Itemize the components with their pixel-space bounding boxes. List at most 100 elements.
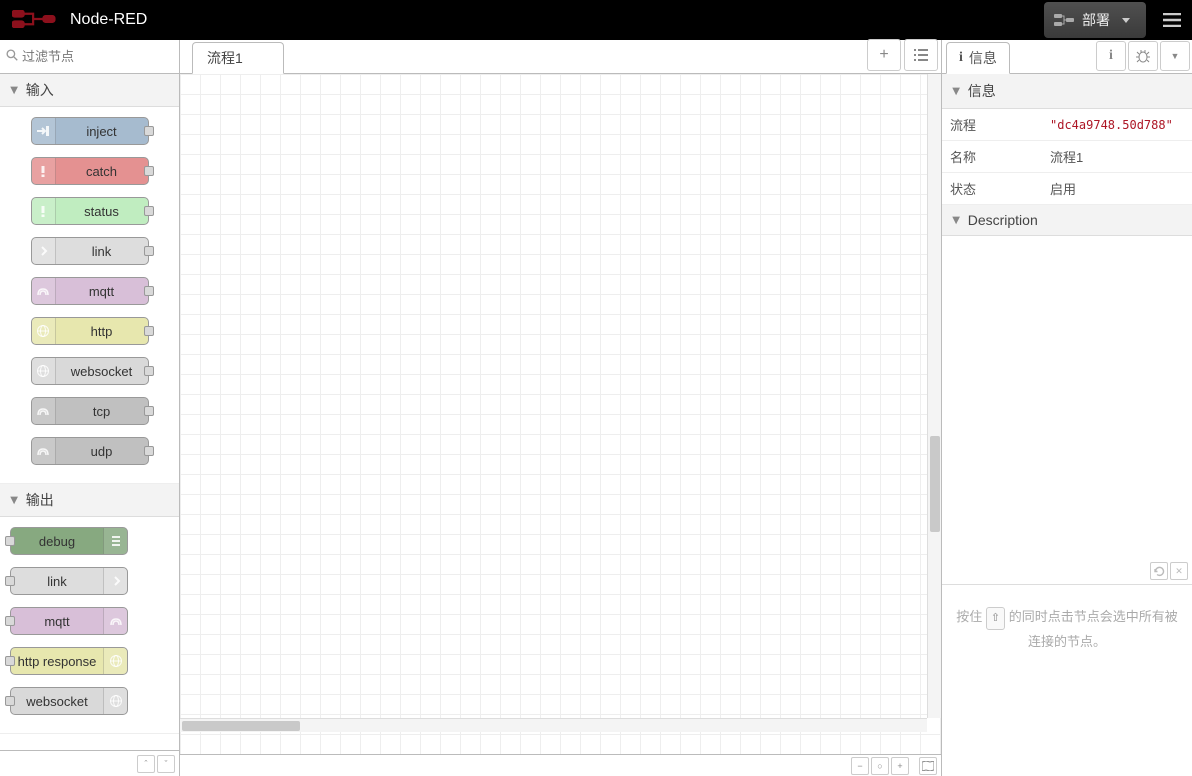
node-port <box>144 166 154 176</box>
chevron-down-icon: ▶ <box>950 216 961 224</box>
node-label: link <box>56 244 148 259</box>
bridge-icon <box>32 398 56 424</box>
canvas-area[interactable] <box>180 74 941 754</box>
palette-node-link[interactable]: link <box>10 567 128 595</box>
app-title: Node-RED <box>70 11 147 29</box>
scrollbar-thumb[interactable] <box>930 436 940 532</box>
plus-icon: + <box>879 46 888 64</box>
palette-panel: ▶ 输入 inject catch status link mqtt http websoc… <box>0 40 180 776</box>
sidebar-section-info[interactable]: ▶ 信息 <box>942 74 1192 109</box>
link-icon <box>103 568 127 594</box>
navigator-button[interactable] <box>919 757 937 775</box>
sidebar-more-button[interactable]: ▼ <box>1160 41 1190 71</box>
palette-node-websocket[interactable]: websocket <box>10 687 128 715</box>
node-port <box>5 616 15 626</box>
chevron-up-icon: ˆ <box>145 759 148 769</box>
zoom-out-button[interactable]: − <box>851 757 869 775</box>
deploy-label: 部署 <box>1082 10 1110 30</box>
row-label: 状态 <box>942 173 1042 205</box>
palette-node-catch[interactable]: catch <box>31 157 149 185</box>
hamburger-menu-button[interactable] <box>1152 0 1192 40</box>
globe-icon <box>32 358 56 384</box>
node-port <box>5 536 15 546</box>
palette-node-mqtt[interactable]: mqtt <box>10 607 128 635</box>
tip-text: 的同时点击节点会选中所有被连接的节点。 <box>1005 609 1178 649</box>
palette-node-debug[interactable]: debug <box>10 527 128 555</box>
node-port <box>144 206 154 216</box>
refresh-tip-button[interactable] <box>1150 562 1168 580</box>
expand-all-button[interactable]: ˇ <box>157 755 175 773</box>
node-label: status <box>56 204 148 219</box>
node-label: tcp <box>56 404 148 419</box>
row-value: 流程1 <box>1042 141 1192 173</box>
plus-icon: + <box>897 761 902 771</box>
node-port <box>144 286 154 296</box>
category-label: 输入 <box>26 80 54 100</box>
zoom-in-button[interactable]: + <box>891 757 909 775</box>
alert-icon <box>32 198 56 224</box>
palette-category-output[interactable]: ▶ 输出 <box>0 484 179 517</box>
node-port <box>144 246 154 256</box>
add-tab-button[interactable]: + <box>867 39 901 71</box>
sidebar-section-description[interactable]: ▶ Description <box>942 205 1192 236</box>
vertical-scrollbar[interactable] <box>927 74 941 718</box>
palette-node-tcp[interactable]: tcp <box>31 397 149 425</box>
palette-node-link[interactable]: link <box>31 237 149 265</box>
node-label: mqtt <box>56 284 148 299</box>
sidebar-debug-button[interactable] <box>1128 41 1158 71</box>
node-label: udp <box>56 444 148 459</box>
palette-node-http[interactable]: http <box>31 317 149 345</box>
node-label: inject <box>56 124 148 139</box>
deploy-button[interactable]: 部署 <box>1044 2 1146 38</box>
refresh-icon <box>1154 566 1165 577</box>
palette-node-status[interactable]: status <box>31 197 149 225</box>
collapse-all-button[interactable]: ˆ <box>137 755 155 773</box>
chevron-down-icon: ▶ <box>8 496 19 504</box>
palette-scroll[interactable]: ▶ 输入 inject catch status link mqtt http websoc… <box>0 74 179 750</box>
canvas-panel: 流程1 + − ○ + <box>180 40 942 776</box>
horizontal-scrollbar[interactable] <box>180 718 927 732</box>
row-label: 流程 <box>942 109 1042 141</box>
close-tip-button[interactable]: ✕ <box>1170 562 1188 580</box>
palette-search-row <box>0 40 179 74</box>
palette-node-http-response[interactable]: http response <box>10 647 128 675</box>
tab-label: 信息 <box>969 48 997 68</box>
row-value: 启用 <box>1042 173 1192 205</box>
canvas-footer: − ○ + <box>180 754 941 776</box>
table-row: 流程"dc4a9748.50d788" <box>942 109 1192 141</box>
caret-down-icon: ▼ <box>1171 51 1180 61</box>
node-label: websocket <box>11 694 103 709</box>
arrow-in-icon <box>32 118 56 144</box>
node-label: catch <box>56 164 148 179</box>
row-label: 名称 <box>942 141 1042 173</box>
tabs-list-button[interactable] <box>904 39 938 71</box>
palette-node-inject[interactable]: inject <box>31 117 149 145</box>
zoom-reset-button[interactable]: ○ <box>871 757 889 775</box>
palette-category-input[interactable]: ▶ 输入 <box>0 74 179 107</box>
table-row: 名称流程1 <box>942 141 1192 173</box>
palette-node-mqtt[interactable]: mqtt <box>31 277 149 305</box>
scrollbar-thumb[interactable] <box>182 721 300 731</box>
canvas-grid <box>180 74 941 754</box>
palette-node-websocket[interactable]: websocket <box>31 357 149 385</box>
bug-icon <box>1136 49 1150 63</box>
hamburger-icon <box>1163 13 1181 27</box>
palette-search-input[interactable] <box>22 49 173 64</box>
globe-icon <box>103 648 127 674</box>
flow-tab-1[interactable]: 流程1 <box>192 42 284 74</box>
alert-icon <box>32 158 56 184</box>
node-port <box>144 366 154 376</box>
description-body <box>942 236 1192 562</box>
circle-icon: ○ <box>877 761 882 771</box>
sidebar-info-button[interactable]: i <box>1096 41 1126 71</box>
debug-icon <box>103 528 127 554</box>
shift-key-icon: ⇧ <box>986 607 1005 630</box>
palette-node-udp[interactable]: udp <box>31 437 149 465</box>
sidebar-tip: 按住 ⇧ 的同时点击节点会选中所有被连接的节点。 <box>942 584 1192 675</box>
node-port <box>144 406 154 416</box>
sidebar-tab-info[interactable]: i 信息 <box>946 42 1010 74</box>
logo-icon <box>12 10 56 31</box>
bridge-icon <box>32 278 56 304</box>
tip-text: 按住 <box>956 609 986 624</box>
map-icon <box>922 761 934 771</box>
